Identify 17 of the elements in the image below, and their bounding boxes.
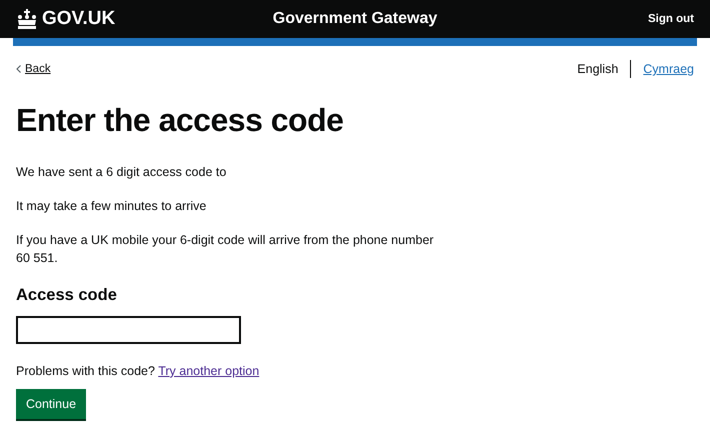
help-text: Problems with this code? Try another option: [16, 362, 260, 380]
language-link[interactable]: Cymraeg: [643, 60, 694, 79]
current-language: English: [577, 61, 618, 78]
crown-icon: [16, 9, 38, 29]
govuk-logo[interactable]: GOV.UK: [42, 4, 116, 34]
service-name: Government Gateway: [272, 9, 438, 29]
page-heading: Enter the access code: [16, 100, 344, 140]
body-text: It may take a few minutes to arrive: [16, 198, 208, 215]
continue-button[interactable]: Continue: [16, 388, 86, 420]
field-label: Access code: [16, 285, 118, 306]
sign-out-link[interactable]: Sign out: [648, 13, 694, 26]
body-text: We have sent a 6 digit access code to: [16, 164, 228, 182]
body-text: If you have a UK mobile your 6-digit code will arrive from the phone number 60 551.: [16, 232, 435, 268]
try-another-option-link[interactable]: Try another option: [158, 364, 260, 378]
back-link[interactable]: Back: [25, 60, 51, 78]
access-code-field[interactable]: [16, 316, 241, 344]
chevron-left-icon: [16, 65, 21, 74]
